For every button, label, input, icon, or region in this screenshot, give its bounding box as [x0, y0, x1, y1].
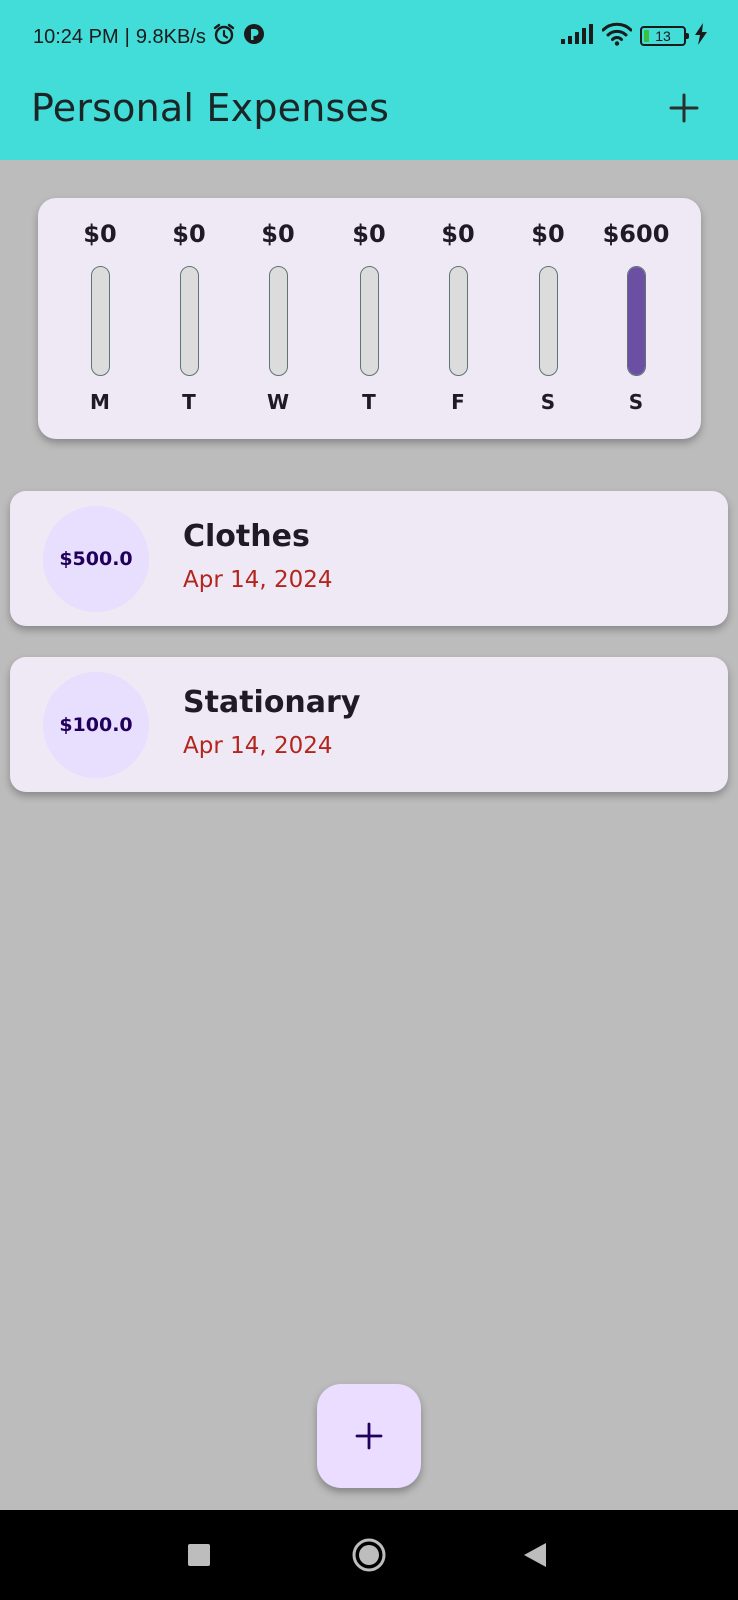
bar-amount-label: $0: [83, 220, 117, 248]
bar-day-label: S: [628, 390, 644, 414]
chart-bar-column: $0 T: [329, 198, 409, 439]
app-notification-icon: [242, 22, 266, 52]
plus-icon: [355, 1422, 383, 1450]
bar-day-label: W: [266, 390, 290, 414]
status-right: 13: [560, 22, 708, 50]
home-icon: [352, 1538, 386, 1572]
expense-amount: $100.0: [43, 672, 149, 778]
page-title: Personal Expenses: [31, 86, 390, 130]
bar-day-label: S: [540, 390, 556, 414]
app-bar: 10:24 PM | 9.8KB/s 13 Personal Expenses: [0, 0, 738, 160]
status-net-speed: 9.8KB/s: [135, 25, 206, 48]
bar-track: [269, 266, 288, 376]
bar-track: [539, 266, 558, 376]
signal-icon: [560, 24, 594, 48]
status-separator: |: [124, 25, 130, 48]
chart-bar-column: $0 T: [149, 198, 229, 439]
plus-icon: [669, 93, 699, 123]
bar-fill: [628, 267, 645, 375]
recent-apps-icon: [188, 1544, 210, 1566]
back-button[interactable]: [512, 1532, 558, 1578]
bar-day-label: T: [362, 390, 376, 414]
chart-bar-column: $0 S: [508, 198, 588, 439]
bar-amount-label: $0: [352, 220, 386, 248]
add-expense-button[interactable]: [664, 88, 704, 128]
bar-track: [91, 266, 110, 376]
bar-day-label: F: [451, 390, 465, 414]
battery-level: 13: [655, 28, 671, 44]
battery-icon: 13: [640, 26, 689, 46]
bar-amount-label: $0: [261, 220, 295, 248]
recent-apps-button[interactable]: [176, 1532, 222, 1578]
chart-bar-column: $0 F: [418, 198, 498, 439]
bar-track: [627, 266, 646, 376]
status-time: 10:24 PM: [33, 25, 119, 48]
status-left: 10:24 PM | 9.8KB/s: [33, 22, 266, 52]
chart-bar-column: $0 M: [60, 198, 140, 439]
bar-track: [449, 266, 468, 376]
expense-title: Stationary: [183, 685, 361, 720]
bar-amount-label: $0: [531, 220, 565, 248]
weekly-chart-card: $0 M $0 T $0 W $0 T $0 F $0 S $600 S: [38, 198, 701, 439]
bar-amount-label: $600: [602, 220, 670, 248]
bar-amount-label: $0: [441, 220, 475, 248]
expense-title: Clothes: [183, 519, 310, 554]
bar-amount-label: $0: [172, 220, 206, 248]
expense-amount: $500.0: [43, 506, 149, 612]
expense-date: Apr 14, 2024: [183, 567, 333, 593]
add-expense-fab[interactable]: [317, 1384, 421, 1488]
expense-date: Apr 14, 2024: [183, 733, 333, 759]
bar-day-label: T: [182, 390, 196, 414]
chart-bar-column: $0 W: [238, 198, 318, 439]
charging-icon: [694, 23, 708, 49]
bar-track: [360, 266, 379, 376]
back-icon: [524, 1543, 546, 1567]
status-bar: 10:24 PM | 9.8KB/s 13: [0, 0, 738, 68]
bar-track: [180, 266, 199, 376]
expense-card[interactable]: $500.0 Clothes Apr 14, 2024: [10, 491, 728, 626]
wifi-icon: [601, 22, 633, 50]
expense-card[interactable]: $100.0 Stationary Apr 14, 2024: [10, 657, 728, 792]
alarm-icon: [212, 22, 236, 52]
navigation-bar: [0, 1510, 738, 1600]
bar-day-label: M: [90, 390, 110, 414]
home-button[interactable]: [346, 1532, 392, 1578]
chart-bar-column: $600 S: [596, 198, 676, 439]
